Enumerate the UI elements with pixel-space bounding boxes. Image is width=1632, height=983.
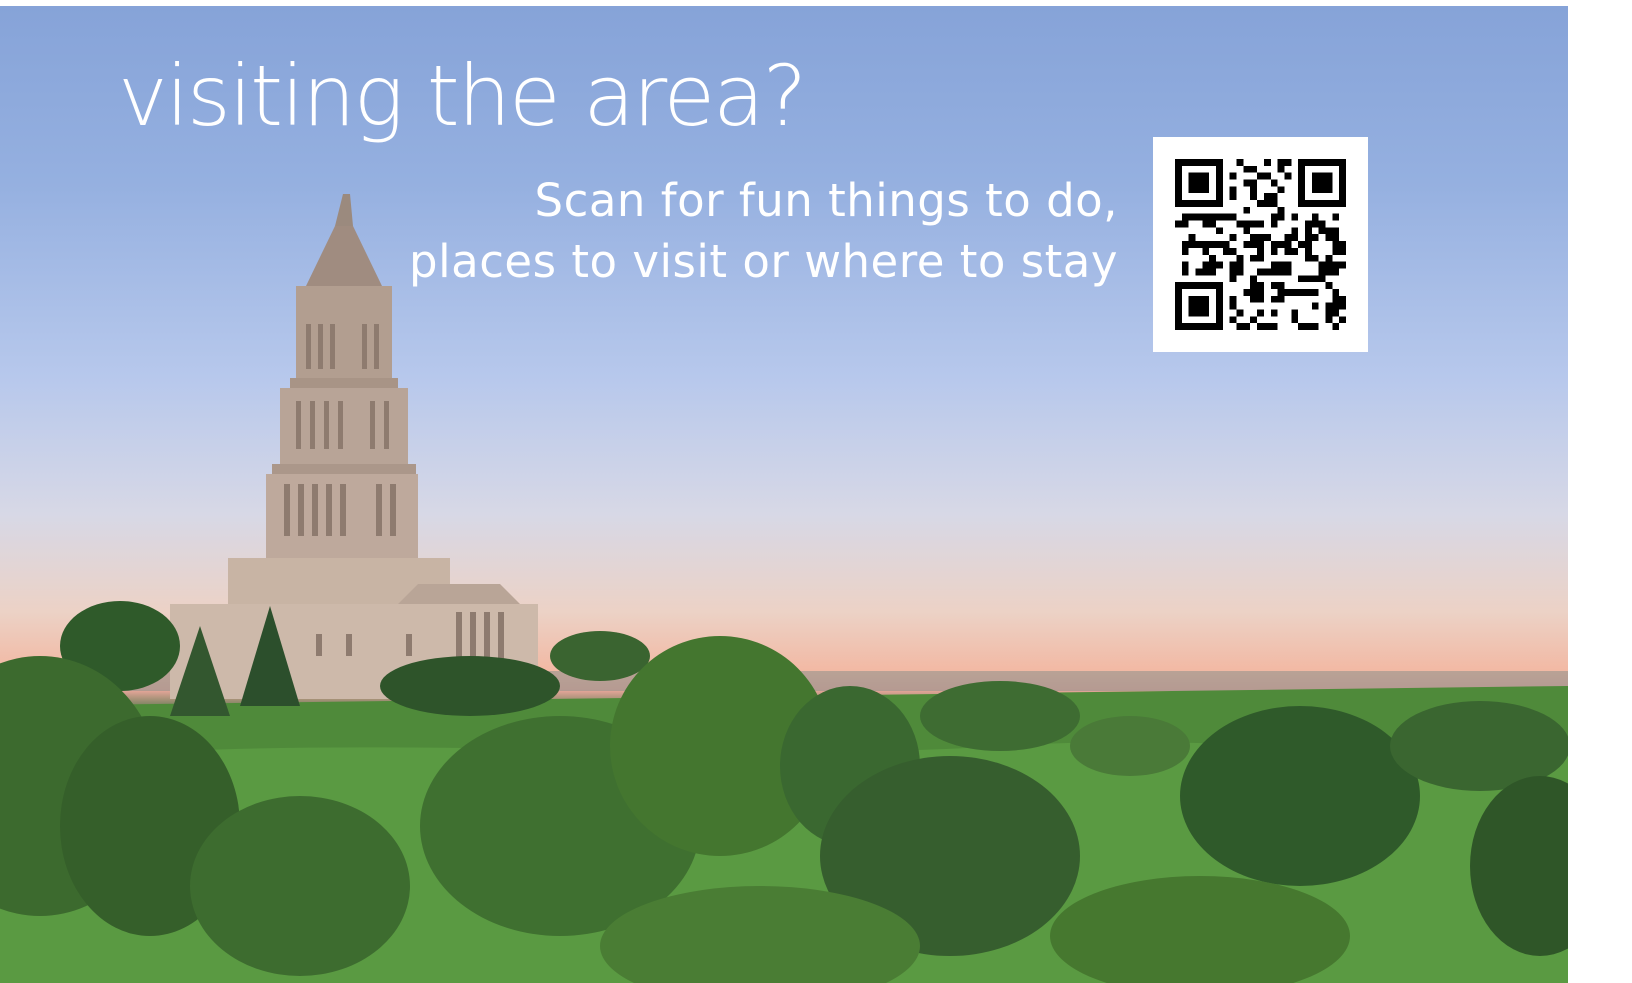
- subheading-line-1: Scan for fun things to do,: [534, 174, 1118, 227]
- qr-code[interactable]: [1153, 137, 1368, 352]
- promo-banner: visiting the area? Scan for fun things t…: [0, 6, 1568, 983]
- subheading: Scan for fun things to do, places to vis…: [409, 170, 1118, 292]
- qr-code-icon: [1175, 159, 1346, 330]
- headline: visiting the area?: [118, 47, 807, 145]
- subheading-line-2: places to visit or where to stay: [409, 235, 1118, 288]
